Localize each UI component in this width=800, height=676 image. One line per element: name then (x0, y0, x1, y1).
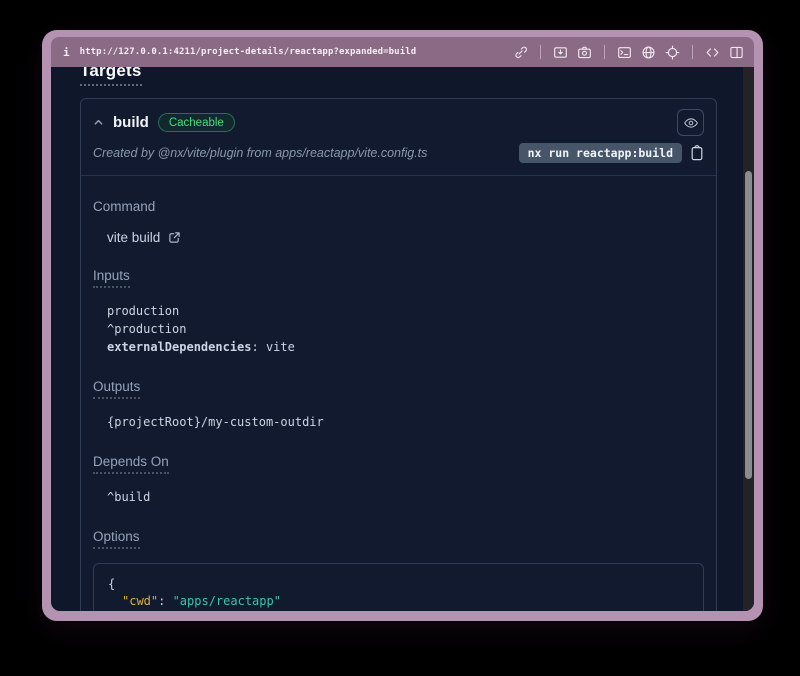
target-name: build (113, 114, 149, 131)
outputs-label: Outputs (93, 379, 140, 399)
json-separator: : (158, 594, 172, 608)
build-target-subheader: Created by @nx/vite/plugin from apps/rea… (81, 140, 716, 176)
target-icon[interactable] (665, 45, 680, 60)
build-target-card: build Cacheable Created by @nx/vite/plug… (80, 98, 717, 611)
json-line: } (108, 610, 689, 611)
terminal-icon[interactable] (617, 45, 632, 60)
input-item: ^production (107, 320, 704, 338)
project-details-content: Targets build Cacheable (51, 67, 743, 611)
json-line: "cwd": "apps/reactapp" (108, 593, 689, 610)
toolbar-divider (604, 45, 605, 59)
input-item-key: externalDependencies (107, 340, 252, 354)
depends-on-item: ^build (107, 488, 704, 506)
json-string-value: "apps/reactapp" (173, 594, 281, 608)
browser-toolbar: i http://127.0.0.1:4211/project-details/… (51, 37, 754, 67)
scrollbar-track[interactable] (743, 67, 754, 611)
depends-on-label: Depends On (93, 454, 169, 474)
run-command-chip: nx run reactapp:build (519, 143, 682, 163)
options-label: Options (93, 529, 140, 549)
input-item-value: : vite (252, 340, 295, 354)
inputs-label: Inputs (93, 268, 130, 288)
address-bar[interactable]: http://127.0.0.1:4211/project-details/re… (80, 47, 417, 57)
link-icon[interactable] (513, 45, 528, 60)
copy-command-button[interactable] (690, 145, 704, 161)
page-viewport: Targets build Cacheable (51, 67, 754, 611)
options-json-block: { "cwd": "apps/reactapp" } (93, 563, 704, 611)
page-title: Targets (80, 67, 142, 86)
build-target-header[interactable]: build Cacheable (81, 99, 716, 140)
json-line: { (108, 576, 689, 593)
command-label: Command (93, 199, 155, 214)
input-item: production (107, 302, 704, 320)
save-page-icon[interactable] (553, 45, 568, 60)
scrollbar-thumb[interactable] (745, 171, 752, 479)
toolbar-divider (540, 45, 541, 59)
camera-icon[interactable] (577, 45, 592, 60)
eye-icon (683, 115, 699, 131)
code-icon[interactable] (705, 45, 720, 60)
json-key: "cwd" (122, 594, 158, 608)
toolbar-divider (692, 45, 693, 59)
created-by-text: Created by @nx/vite/plugin from apps/rea… (93, 146, 427, 160)
split-view-icon[interactable] (729, 45, 744, 60)
input-item: externalDependencies: vite (107, 338, 704, 356)
build-target-body: Command vite build Inputs production ^pr… (81, 176, 716, 611)
cacheable-badge: Cacheable (158, 113, 235, 132)
build-visibility-button[interactable] (677, 109, 704, 136)
output-item: {projectRoot}/my-custom-outdir (107, 413, 704, 431)
toolbar-actions (513, 45, 744, 60)
chevron-up-icon (93, 117, 104, 128)
command-value: vite build (107, 230, 160, 245)
globe-icon[interactable] (641, 45, 656, 60)
info-icon: i (63, 46, 70, 59)
copy-icon (690, 145, 704, 161)
inputs-list: production ^production externalDependenc… (107, 302, 704, 356)
external-link-icon[interactable] (168, 231, 181, 244)
browser-window: i http://127.0.0.1:4211/project-details/… (42, 30, 763, 621)
